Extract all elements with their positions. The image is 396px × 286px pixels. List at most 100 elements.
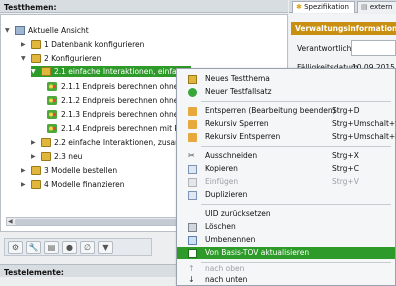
scrollbar-thumb[interactable]: [15, 219, 203, 225]
menu-item-label: Entsperren (Bearbeitung beenden): [205, 106, 336, 115]
menu-item-label: UID zurücksetzen: [205, 209, 271, 218]
menu-item-move-down[interactable]: ↓ nach unten: [177, 274, 395, 286]
menu-item-shortcut: Strg+V: [332, 177, 359, 186]
menu-item-shortcut: Strg+C: [332, 164, 359, 173]
rename-icon: [188, 236, 197, 245]
folder-icon: [41, 152, 51, 161]
menu-item-new-testcase-set[interactable]: Neuer Testfallsatz: [177, 86, 395, 98]
test-topics-title: Testthemen:: [4, 3, 57, 12]
menu-item-shortcut: Strg+Umschalt+S: [332, 119, 396, 128]
menu-item-lock-recursive[interactable]: Rekursiv Sperren Strg+Umschalt+S: [177, 118, 396, 130]
expand-toggle-icon[interactable]: ▼: [21, 53, 29, 64]
tree-item-selected[interactable]: ▼ 2.1 einfache Interaktionen, einfache D…: [31, 66, 237, 77]
collapse-toggle-icon[interactable]: ▶: [21, 179, 29, 190]
scissors-icon: ✂: [188, 151, 195, 160]
tree-item-label: Aktuelle Ansicht: [28, 26, 89, 35]
menu-item-label: Löschen: [205, 222, 236, 231]
expand-toggle-icon[interactable]: ▼: [5, 25, 13, 36]
menu-item-unlock[interactable]: Entsperren (Bearbeitung beenden) Strg+D: [177, 105, 395, 117]
menu-item-shortcut: Strg+Umschalt+D: [332, 132, 396, 141]
arrow-up-icon: ↑: [188, 264, 195, 273]
menu-item-label: Ausschneiden: [205, 151, 258, 160]
menu-item-new-topic[interactable]: Neues Testthema: [177, 73, 395, 85]
folder-icon: [31, 166, 41, 175]
collapse-toggle-icon[interactable]: ▶: [21, 39, 29, 50]
gear-icon[interactable]: ⚙: [8, 241, 23, 254]
menu-item-label: Rekursiv Sperren: [205, 119, 269, 128]
menu-item-label: Kopieren: [205, 164, 238, 173]
expand-toggle-icon[interactable]: ▼: [31, 66, 39, 77]
menu-item-label: Duplizieren: [205, 190, 248, 199]
plus-circle-icon: [188, 88, 197, 97]
section-title: Verwaltungsinformationen: [295, 24, 396, 33]
wrench-icon[interactable]: 🔧: [26, 241, 41, 254]
test-topics-header: Testthemen:: [0, 0, 288, 13]
circle-icon[interactable]: ●: [62, 241, 77, 254]
tree-item-label: 4 Modelle finanzieren: [44, 180, 125, 189]
responsible-label: Verantwortlicher: [297, 44, 360, 53]
collapse-toggle-icon[interactable]: ▶: [21, 165, 29, 176]
collapse-toggle-icon[interactable]: ▶: [31, 151, 39, 162]
responsible-input[interactable]: [351, 40, 396, 56]
menu-item-delete[interactable]: Löschen: [177, 221, 395, 233]
folder-icon: [31, 54, 41, 63]
copy-icon: [188, 165, 197, 174]
tab-spezifikation[interactable]: ✱ Spezifikation: [292, 1, 355, 13]
menu-item-duplicate[interactable]: Duplizieren: [177, 189, 395, 201]
tree-item-label: 2.3 neu: [54, 152, 83, 161]
lock-icon: [188, 120, 197, 129]
test-case-icon: [47, 124, 57, 133]
folder-icon: [41, 67, 51, 76]
menu-item-paste[interactable]: Einfügen Strg+V: [177, 176, 395, 188]
menu-item-label: Neues Testthema: [205, 74, 270, 83]
test-case-icon: [47, 82, 57, 91]
tree-item-label: 2.1.4 Endpreis berechnen mit Raba: [61, 124, 194, 133]
unlock-icon: [188, 107, 197, 116]
trash-icon: [188, 223, 197, 232]
menu-item-label: nach unten: [205, 275, 248, 284]
menu-item-label: Umbenennen: [205, 235, 256, 244]
tree-item-label: 2.1.3 Endpreis berechnen ohne Ra: [61, 110, 191, 119]
collapse-toggle-icon[interactable]: ▶: [31, 137, 39, 148]
arrow-down-icon: ↓: [188, 275, 195, 284]
menu-item-copy[interactable]: Kopieren Strg+C: [177, 163, 395, 175]
menu-item-rename[interactable]: Umbenennen: [177, 234, 395, 246]
menu-item-label: Einfügen: [205, 177, 239, 186]
menu-item-cut[interactable]: ✂ Ausschneiden Strg+X: [177, 150, 395, 162]
root-view-icon: [15, 26, 25, 35]
context-menu: Neues Testthema Neuer Testfallsatz Entsp…: [176, 68, 396, 286]
menu-separator: [201, 204, 391, 205]
scroll-left-icon[interactable]: ◀: [8, 218, 13, 225]
menu-separator: [201, 101, 391, 102]
document-icon[interactable]: ▤: [44, 241, 59, 254]
unlock-recursive-icon: [188, 133, 197, 142]
test-elements-title: Testelemente:: [4, 268, 64, 277]
tree-item-label: 2.1.1 Endpreis berechnen ohne Ra: [61, 82, 191, 91]
folder-icon: [31, 180, 41, 189]
menu-item-label: Neuer Testfallsatz: [205, 87, 272, 96]
menu-item-unlock-recursive[interactable]: Rekursiv Entsperren Strg+Umschalt+D: [177, 131, 396, 143]
folder-icon: [31, 40, 41, 49]
menu-item-reset-uid[interactable]: UID zurücksetzen: [177, 208, 395, 220]
folder-icon: [41, 138, 51, 147]
tree-item-label: 2.1.2 Endpreis berechnen ohne Ra: [61, 96, 191, 105]
test-case-icon: [47, 96, 57, 105]
tree-item-label: 3 Modelle bestellen: [44, 166, 118, 175]
menu-item-shortcut: Strg+D: [332, 106, 360, 115]
paste-icon: [188, 178, 197, 187]
menu-item-label: Von Basis-TOV aktualisieren: [205, 248, 310, 257]
details-tabbar: ✱ Spezifikation ▤ extern: [289, 0, 396, 13]
menu-separator: [201, 146, 391, 147]
document-icon: ▤: [361, 3, 368, 11]
test-case-icon: [47, 110, 57, 119]
tab-label: Spezifikation: [304, 3, 349, 11]
tab-extern[interactable]: ▤ extern: [357, 1, 396, 13]
menu-item-update-from-base[interactable]: Von Basis-TOV aktualisieren: [177, 247, 395, 259]
folder-plus-icon: [188, 75, 197, 84]
section-header[interactable]: Verwaltungsinformationen: [291, 22, 396, 35]
checkbox-icon: [188, 249, 197, 258]
menu-item-shortcut: Strg+X: [332, 151, 359, 160]
paperclip-icon[interactable]: ∅: [80, 241, 95, 254]
tree-item-label: 2 Konfigurieren: [44, 54, 102, 63]
filter-icon[interactable]: ▼: [98, 241, 113, 254]
